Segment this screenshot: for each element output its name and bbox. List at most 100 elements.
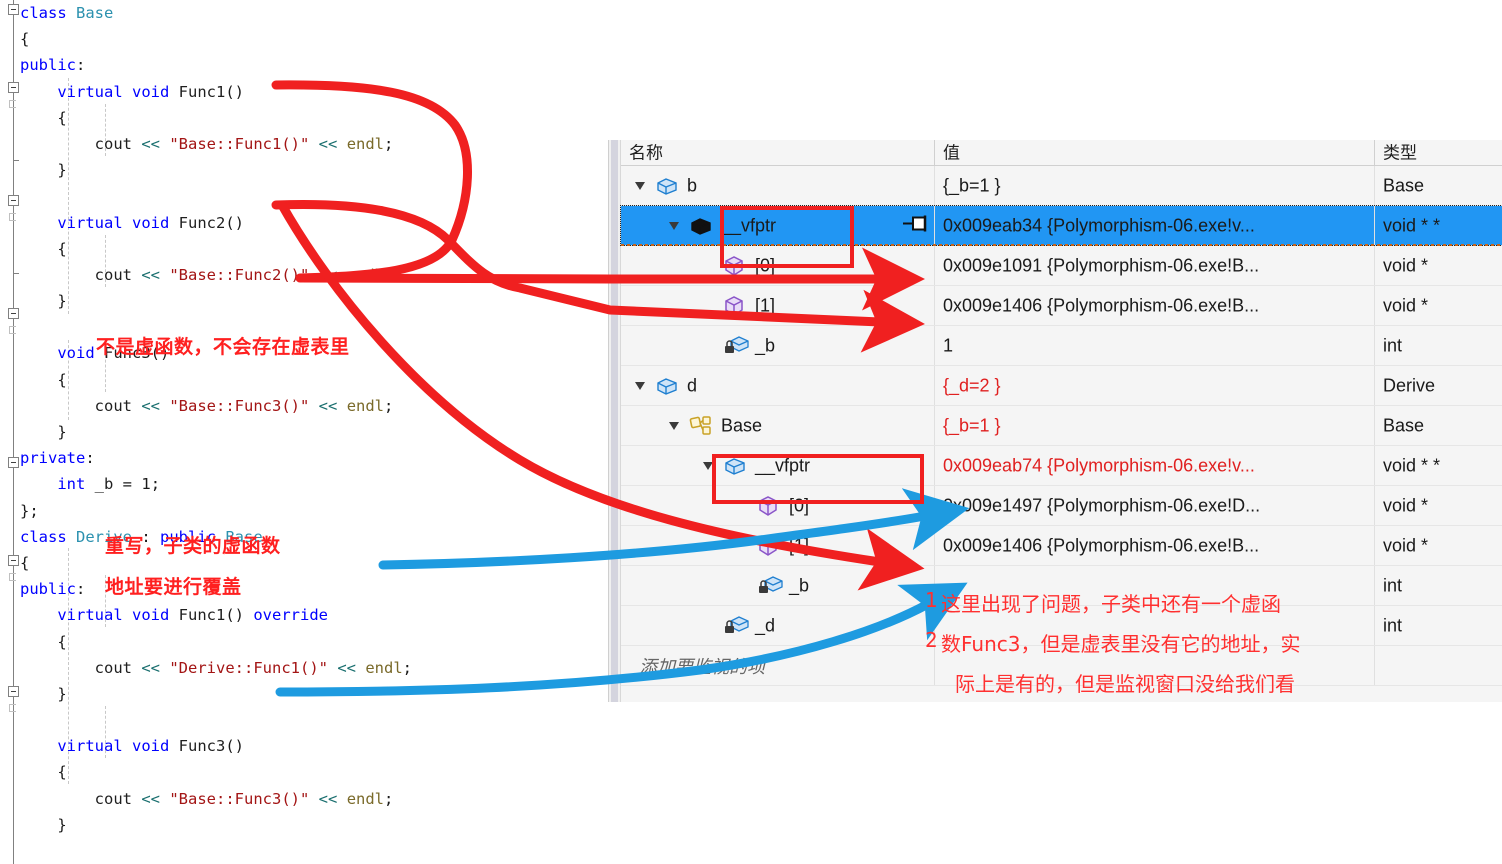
watch-cell-name[interactable]: b bbox=[621, 166, 934, 205]
watch-row[interactable]: b {_b=1 } Base bbox=[621, 166, 1502, 206]
watch-cell-value[interactable]: 0x009e1497 {Polymorphism-06.exe!D... bbox=[934, 486, 1375, 525]
fold-toggle-icon[interactable] bbox=[8, 82, 19, 93]
watch-cell-value[interactable]: {_b=1 } bbox=[934, 166, 1375, 205]
column-header-name[interactable]: 名称 bbox=[621, 140, 934, 165]
watch-cell-value[interactable]: 0x009eab34 {Polymorphism-06.exe!v... bbox=[934, 206, 1375, 245]
code-token: { bbox=[20, 239, 67, 258]
fold-toggle-icon[interactable] bbox=[8, 686, 19, 697]
code-text[interactable]: class Base {public: virtual void Func1() … bbox=[20, 0, 412, 864]
watch-cell-name[interactable]: _b bbox=[621, 566, 934, 605]
watch-row[interactable]: [1] 0x009e1406 {Polymorphism-06.exe!B... v… bbox=[621, 526, 1502, 566]
watch-add-item-input[interactable]: 添加要监视的项 bbox=[621, 646, 934, 685]
fold-toggle-icon[interactable] bbox=[8, 308, 19, 319]
watch-row[interactable]: __vfptr 0x009eab74 {Polymorphism-06.exe!v… bbox=[621, 446, 1502, 486]
expand-collapse-triangle-icon[interactable] bbox=[703, 461, 713, 470]
expand-collapse-triangle-icon[interactable] bbox=[669, 221, 679, 230]
expand-collapse-triangle-icon[interactable] bbox=[669, 421, 679, 430]
code-editor[interactable]: class Base {public: virtual void Func1() … bbox=[0, 0, 620, 864]
expand-collapse-triangle-icon[interactable] bbox=[635, 381, 645, 390]
watch-cell-value[interactable]: {_d=2 } bbox=[934, 366, 1375, 405]
watch-cell-value[interactable]: 0x009e1091 {Polymorphism-06.exe!B... bbox=[934, 246, 1375, 285]
code-line: cout << "Derive::Func1()" << endl; bbox=[20, 655, 412, 681]
fold-toggle-icon[interactable] bbox=[8, 195, 19, 206]
watch-cell-name[interactable]: [1] bbox=[621, 286, 934, 325]
watch-cell-name[interactable]: __vfptr bbox=[621, 206, 934, 245]
watch-cell-type: Base bbox=[1374, 406, 1502, 445]
private-field-icon bbox=[723, 335, 751, 357]
code-token: } bbox=[20, 684, 67, 703]
watch-cell-value[interactable]: 0x009eab74 {Polymorphism-06.exe!v... bbox=[934, 446, 1375, 485]
watch-cell-value[interactable]: 0x009e1406 {Polymorphism-06.exe!B... bbox=[934, 526, 1375, 565]
code-token: cout bbox=[94, 658, 132, 677]
watch-cell-name[interactable]: Base bbox=[621, 406, 934, 445]
code-token: : bbox=[85, 449, 95, 468]
watch-cell-type: Derive bbox=[1374, 366, 1502, 405]
pointer-box-icon bbox=[689, 216, 713, 236]
expand-collapse-triangle-icon[interactable] bbox=[635, 181, 645, 190]
watch-name-label: __vfptr bbox=[755, 455, 811, 475]
watch-row[interactable]: _b 1 int bbox=[621, 326, 1502, 366]
watch-cell-name[interactable]: __vfptr bbox=[621, 446, 934, 485]
code-token: cout bbox=[94, 134, 132, 153]
watch-row[interactable]: [0] 0x009e1497 {Polymorphism-06.exe!D... v… bbox=[621, 486, 1502, 526]
watch-row[interactable]: [0] 0x009e1091 {Polymorphism-06.exe!B... v… bbox=[621, 246, 1502, 286]
code-token: << bbox=[318, 396, 338, 415]
code-token: endl bbox=[346, 396, 385, 415]
code-token: ; bbox=[384, 134, 394, 153]
watch-cell-name[interactable]: _d bbox=[621, 606, 934, 645]
code-token: virtual bbox=[57, 213, 123, 232]
code-line: { bbox=[20, 629, 412, 655]
column-header-value[interactable]: 值 bbox=[934, 140, 1375, 165]
array-element-icon bbox=[757, 495, 779, 517]
watch-cell-value[interactable]: 1 bbox=[934, 326, 1375, 365]
fold-toggle-icon[interactable] bbox=[8, 457, 19, 468]
code-annotation-not-virtual: 不是虚函数，不会存在虚表里 bbox=[96, 336, 350, 358]
watch-type-label: int bbox=[1383, 615, 1403, 635]
struct-box-icon bbox=[723, 456, 747, 476]
watch-type-label: Base bbox=[1383, 415, 1425, 435]
watch-cell-value[interactable]: 0x009e1406 {Polymorphism-06.exe!B... bbox=[934, 286, 1375, 325]
fold-toggle-icon[interactable] bbox=[8, 555, 19, 566]
watch-cell-type: int bbox=[1374, 606, 1502, 645]
watch-cell-name[interactable]: [1] bbox=[621, 526, 934, 565]
watch-row[interactable]: [1] 0x009e1406 {Polymorphism-06.exe!B... v… bbox=[621, 286, 1502, 326]
watch-type-label: void * bbox=[1383, 295, 1429, 315]
fold-toggle-icon[interactable] bbox=[8, 4, 19, 15]
code-token: } bbox=[20, 292, 67, 311]
watch-cell-name[interactable]: _b bbox=[621, 326, 934, 365]
code-line: cout << "Base::Func2()" << endl; bbox=[20, 262, 412, 288]
code-token: ; bbox=[402, 658, 413, 677]
watch-row[interactable]: d {_d=2 } Derive bbox=[621, 366, 1502, 406]
watch-cell-name[interactable]: [0] bbox=[621, 486, 934, 525]
code-token: << bbox=[318, 134, 338, 153]
watch-cell-name[interactable]: [0] bbox=[621, 246, 934, 285]
watch-vertical-scrollbar[interactable] bbox=[609, 140, 621, 702]
code-token: << bbox=[318, 789, 338, 808]
watch-row[interactable]: __vfptr 0x009eab34 {Polymorphism-06.exe!… bbox=[620, 205, 1502, 246]
code-line: virtual void Func1() override bbox=[20, 602, 412, 628]
code-token: endl bbox=[346, 134, 385, 153]
fold-bracket-icon bbox=[9, 100, 16, 108]
code-token: Func2 bbox=[178, 213, 226, 232]
column-header-type[interactable]: 类型 bbox=[1374, 140, 1502, 165]
code-token: ; bbox=[384, 265, 394, 284]
watch-row[interactable]: Base {_b=1 } Base bbox=[621, 406, 1502, 446]
watch-window[interactable]: 名称 值 类型 b {_b=1 } Base __vfptr 0x009eab34 {P… bbox=[608, 140, 1502, 702]
watch-cell-value[interactable]: {_b=1 } bbox=[934, 406, 1375, 445]
watch-cell-type: void * bbox=[1374, 286, 1502, 325]
watch-cell-name[interactable]: d bbox=[621, 366, 934, 405]
pin-to-source-icon[interactable] bbox=[902, 213, 928, 238]
code-line: } bbox=[20, 157, 412, 183]
watch-name-label: b bbox=[687, 175, 698, 195]
watch-cell-type: int bbox=[1374, 566, 1502, 605]
code-token: class bbox=[20, 4, 76, 22]
